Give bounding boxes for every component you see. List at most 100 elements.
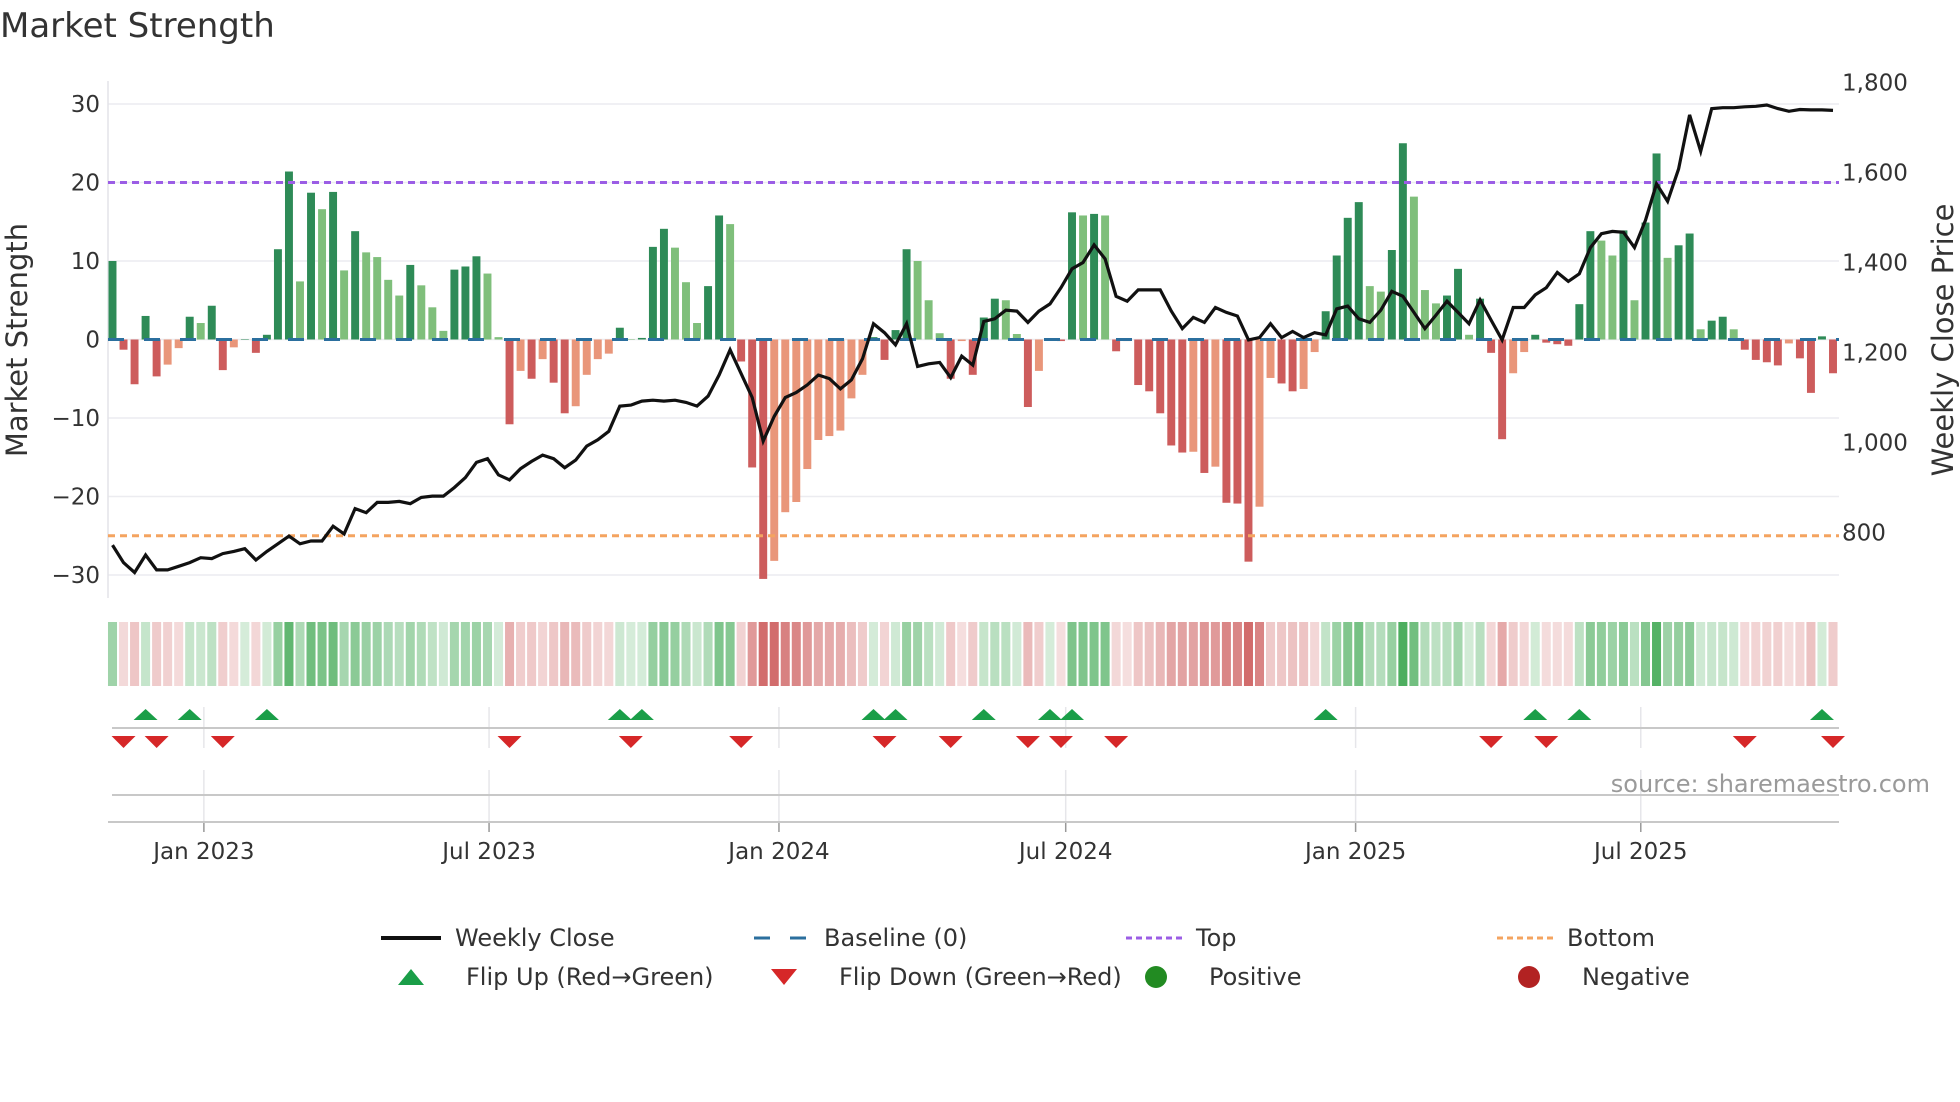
heat-strip-cell [648, 622, 658, 686]
heat-strip-cell [913, 622, 923, 686]
y-tick-label: 0 [85, 328, 100, 354]
strength-bar [1398, 143, 1407, 340]
heat-strip-cell [1133, 622, 1143, 686]
strength-bar [406, 264, 415, 340]
strength-bar [1255, 339, 1264, 507]
heat-strip-cell [1354, 622, 1364, 686]
strength-bar [593, 339, 602, 360]
heat-strip-cell [902, 622, 912, 686]
flip-down-marker [210, 736, 235, 748]
strength-bar [1343, 217, 1352, 340]
heat-strip-cell [1795, 622, 1805, 686]
heat-strip-cell [1652, 622, 1662, 686]
heat-strip-cell [990, 622, 1000, 686]
x-tick-label: Jan 2023 [151, 839, 254, 865]
legend-label: Top [1196, 924, 1237, 952]
y-tick-label: −30 [51, 563, 100, 589]
strength-bar [770, 339, 779, 561]
heat-strip-cell [218, 622, 228, 686]
heat-strip-cell [1607, 622, 1617, 686]
heat-strip-cell [1343, 622, 1353, 686]
strength-bar [494, 337, 503, 340]
strength-bar [825, 339, 834, 437]
strength-bar [1696, 329, 1705, 340]
flip-down-marker [1534, 736, 1559, 748]
strength-bar [1420, 290, 1429, 340]
heat-strip-cell [670, 622, 680, 686]
strength-bar [1674, 245, 1683, 340]
flip-down-marker [1015, 736, 1040, 748]
heat-strip-cell [549, 622, 559, 686]
heat-strip-cell [637, 622, 647, 686]
strength-bar [1795, 339, 1804, 359]
heat-strip-cell [438, 622, 448, 686]
flip-down-marker [1732, 736, 1757, 748]
legend-label: Flip Up (Red→Green) [466, 963, 714, 991]
strength-bar [1156, 339, 1165, 414]
heat-strip-cell [1718, 622, 1728, 686]
y-tick-label: −20 [51, 485, 100, 511]
y-tick-label: 30 [71, 92, 100, 118]
strength-bar [880, 339, 889, 360]
heat-strip-cell [460, 622, 470, 686]
legend-baseline: Baseline (0) [754, 924, 967, 952]
strength-bar [130, 339, 139, 385]
circle-icon [1518, 966, 1540, 988]
heat-strip-cell [1376, 622, 1386, 686]
flip-up-marker [883, 709, 908, 720]
flip-up-marker [1037, 709, 1062, 720]
strength-bar [218, 339, 227, 371]
heat-strip-cell [1552, 622, 1562, 686]
strength-bar [461, 266, 470, 340]
strength-bar [196, 323, 205, 340]
heat-strip-cell [383, 622, 393, 686]
heat-strip-cell [317, 622, 327, 686]
flip-up-marker [1523, 709, 1548, 720]
flip-up-marker [1060, 709, 1085, 720]
heat-strip-cell [1078, 622, 1088, 686]
heat-strip-cell [1674, 622, 1684, 686]
heat-strip-cell [1729, 622, 1739, 686]
strength-bar [604, 339, 613, 354]
heat-strip-cell [493, 622, 504, 686]
strength-bar [759, 339, 768, 579]
legend-flip-up: Flip Up (Red→Green) [396, 963, 714, 991]
strength-bar [1685, 233, 1694, 340]
flip-down-marker [1048, 736, 1073, 748]
heat-strip-cell [1707, 622, 1717, 686]
heat-strip-cell [306, 622, 316, 686]
heat-strip-cell [979, 622, 989, 686]
heat-strip-cell [1067, 622, 1077, 686]
heat-strip-cell [1332, 622, 1342, 686]
strength-bar [1564, 339, 1573, 346]
heat-strip-cell [1277, 622, 1287, 686]
flip-up-marker [861, 709, 886, 720]
heat-strip-cell [1310, 622, 1320, 686]
heat-strip-cell [207, 622, 217, 686]
heat-strip-cell [1751, 622, 1761, 686]
strength-bar [1740, 339, 1749, 350]
heat-strip-cell [427, 622, 437, 686]
heat-strip-cell [957, 622, 967, 686]
legend-label: Weekly Close [455, 924, 615, 952]
strength-bar [571, 339, 580, 407]
market-strength-chart: 30 20 10 0 −10 −20 −30 1,800 1,600 1,400 1,200 1,00… [0, 71, 1960, 866]
heat-strip-cell [802, 622, 812, 686]
strength-bar [803, 339, 812, 470]
heat-strip-cell [1056, 622, 1066, 686]
source-credit: source: sharemaestro.com [1610, 770, 1930, 798]
triangle-up-icon [398, 969, 424, 985]
strength-bar [207, 305, 216, 340]
strength-bar [637, 337, 646, 340]
strength-bar [141, 315, 150, 340]
strength-bar [417, 285, 426, 340]
heat-strip-cell [1762, 622, 1772, 686]
heat-strip-cell [714, 622, 724, 686]
y-tick-label: 20 [71, 171, 100, 197]
heat-strip-cell [262, 622, 272, 686]
heat-strip-cell [1464, 622, 1474, 686]
strength-bar [1487, 339, 1496, 353]
heat-strip-cell [229, 622, 239, 686]
heat-strip-cell [185, 622, 195, 686]
heat-strip-cell [1618, 622, 1628, 686]
